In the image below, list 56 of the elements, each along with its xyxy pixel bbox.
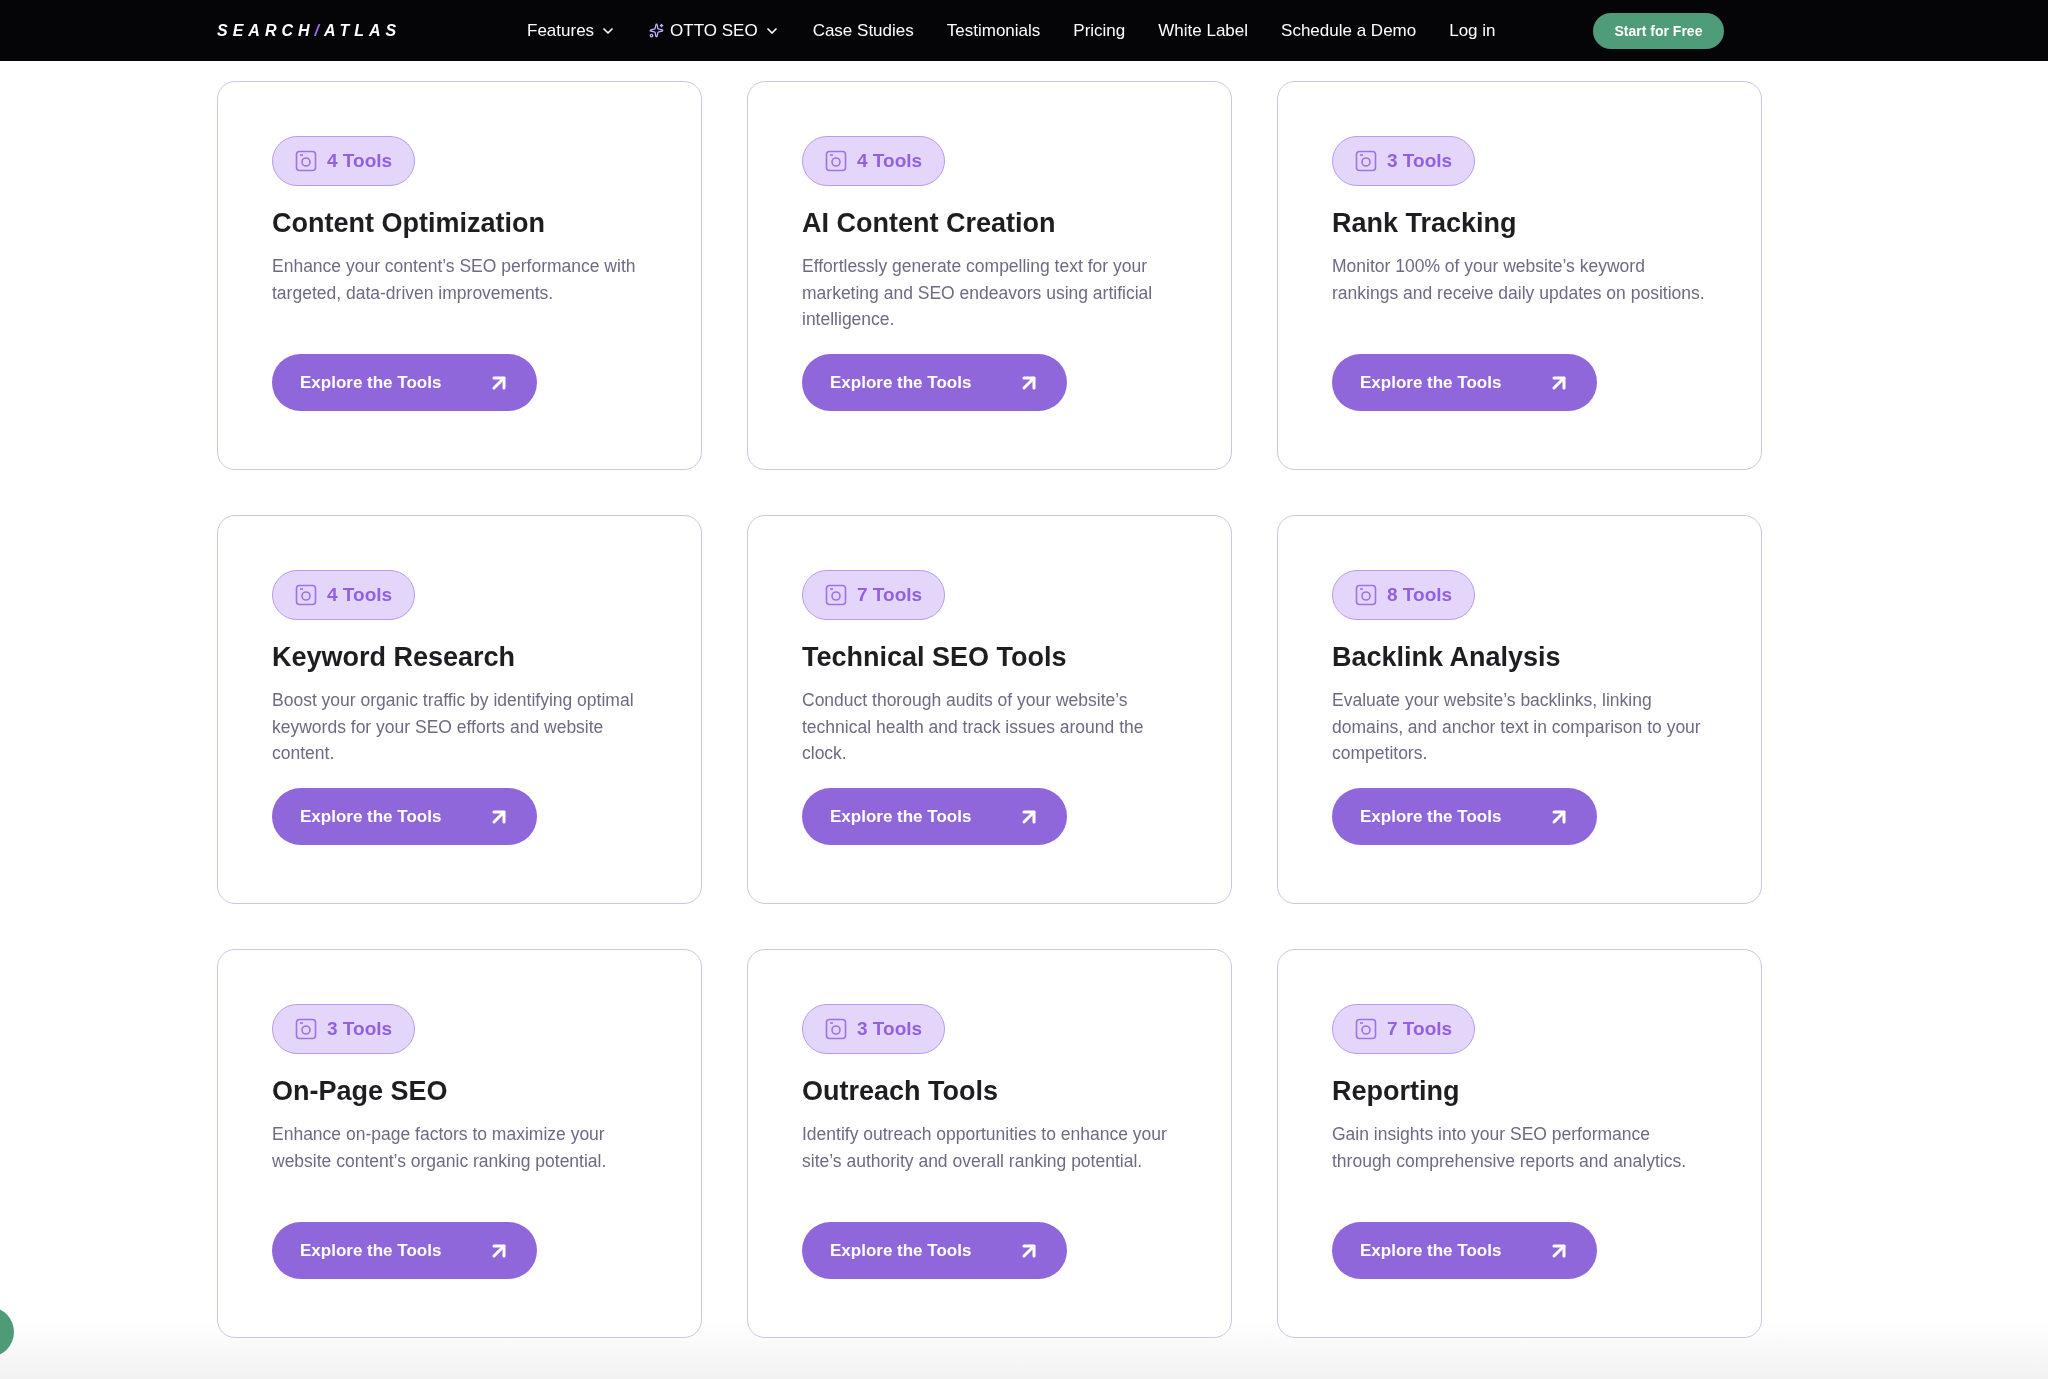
explore-button[interactable]: Explore the Tools (272, 788, 537, 845)
camera-icon (295, 584, 317, 606)
explore-button[interactable]: Explore the Tools (802, 788, 1067, 845)
tools-count: 4 Tools (857, 150, 923, 172)
card-title: On-Page SEO (272, 1076, 448, 1107)
start-for-free-button[interactable]: Start for Free (1592, 12, 1725, 49)
tools-count: 4 Tools (327, 584, 393, 606)
camera-icon (825, 584, 847, 606)
camera-icon (825, 1018, 847, 1040)
card-description: Enhance on-page factors to maximize your website content’s organic ranking potential. (272, 1123, 608, 1173)
card-description: Monitor 100% of your website’s keyword rankings and receive daily updates on positions. (1332, 255, 1706, 305)
card-title: Backlink Analysis (1332, 642, 1561, 673)
card-title: Reporting (1332, 1076, 1460, 1107)
camera-icon (1355, 1018, 1377, 1040)
card-description: Conduct thorough audits of your website’s technical health and track issues around the clock. (802, 689, 1145, 765)
explore-button[interactable]: Explore the Tools (802, 1222, 1067, 1279)
camera-icon (825, 150, 847, 172)
sparkle-icon (649, 23, 665, 38)
explore-button[interactable]: Explore the Tools (272, 354, 537, 411)
tools-count: 7 Tools (1387, 1018, 1453, 1040)
nav-link[interactable]: Log in (1449, 20, 1496, 41)
tools-count: 7 Tools (857, 584, 923, 606)
card-description: Boost your organic traffic by identifying optimal keywords for your SEO efforts and website content. (272, 689, 635, 765)
nav-link[interactable]: White Label (1158, 20, 1249, 41)
nav-dropdown[interactable]: Features (527, 20, 617, 41)
explore-button[interactable]: Explore the Tools (272, 1222, 537, 1279)
explore-button[interactable]: Explore the Tools (1332, 354, 1597, 411)
card-description: Gain insights into your SEO performance through comprehensive reports and analytics. (1332, 1123, 1688, 1173)
tools-count: 8 Tools (1387, 584, 1453, 606)
card-title: Technical SEO Tools (802, 642, 1067, 673)
camera-icon (295, 1018, 317, 1040)
card-title: Outreach Tools (802, 1076, 999, 1107)
card-description: Effortlessly generate compelling text for your marketing and SEO endeavors using artificial intelligence. (802, 255, 1154, 331)
card-description: Evaluate your website’s backlinks, linking domains, and anchor text in comparison to your competitors. (1332, 689, 1702, 765)
nav-link[interactable]: Case Studies (812, 20, 914, 41)
tools-count: 3 Tools (857, 1018, 923, 1040)
camera-icon (295, 150, 317, 172)
card-title: Keyword Research (272, 642, 516, 673)
camera-icon (1355, 150, 1377, 172)
nav-dropdown[interactable]: OTTO SEO (649, 20, 780, 41)
card-description: Enhance your content’s SEO performance with targeted, data-driven improvements. (272, 255, 637, 305)
nav-link[interactable]: Schedule a Demo (1281, 20, 1417, 41)
tools-count: 4 Tools (327, 150, 393, 172)
card-title: AI Content Creation (802, 208, 1056, 239)
explore-button[interactable]: Explore the Tools (1332, 788, 1597, 845)
card-title: Rank Tracking (1332, 208, 1517, 239)
tools-count: 3 Tools (1387, 150, 1453, 172)
card-title: Content Optimization (272, 208, 545, 239)
camera-icon (1355, 584, 1377, 606)
explore-button[interactable]: Explore the Tools (1332, 1222, 1597, 1279)
tools-count: 3 Tools (327, 1018, 393, 1040)
nav-link[interactable]: Testimonials (946, 20, 1041, 41)
explore-button[interactable]: Explore the Tools (802, 354, 1067, 411)
card-description: Identify outreach opportunities to enhance your site’s authority and overall ranking potential. (802, 1123, 1168, 1173)
nav-link[interactable]: Pricing (1073, 20, 1126, 41)
logo[interactable]: SEARCH/ATLAS (217, 21, 439, 40)
